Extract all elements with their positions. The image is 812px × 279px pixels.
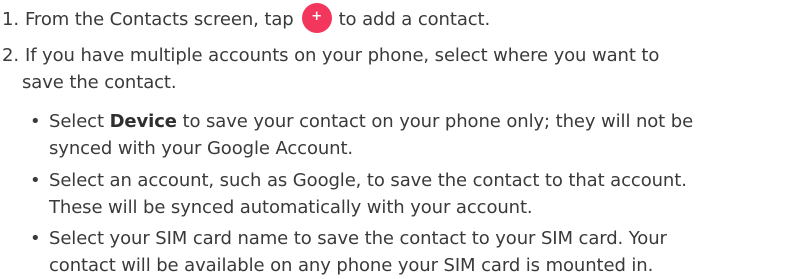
bullet-line-1: Select Device to save your contact on yo… (49, 111, 694, 132)
bullet-dot: • (30, 111, 41, 132)
step-2-line-1: If you have multiple accounts on your ph… (24, 45, 660, 66)
bullet-dot: • (30, 228, 41, 249)
bullet-dot: • (30, 170, 41, 191)
bullet-item-account: • Select an account, such as Google, to … (30, 167, 687, 221)
bullet-line-2: contact will be available on any phone y… (49, 255, 654, 276)
plus-icon: + (301, 3, 332, 33)
bullet-line-2: synced with your Google Account. (49, 138, 354, 159)
bullet-line-2: These will be synced automatically with … (49, 197, 533, 218)
device-label: Device (109, 111, 177, 132)
step-number: 1. (2, 9, 19, 30)
step-number: 2. (2, 45, 19, 66)
bullet-line-1: Select an account, such as Google, to sa… (49, 170, 687, 191)
instructions-document: 1. From the Contacts screen, tap + to add a… (0, 0, 812, 278)
step-1-text-end: to add a contact. (338, 9, 491, 30)
step-2: 2. If you have multiple accounts on your … (2, 44, 659, 68)
step-1-text-start: From the Contacts screen, tap (24, 9, 294, 30)
bullet-line-1: Select your SIM card name to save the co… (49, 228, 667, 249)
bullet-item-sim: • Select your SIM card name to save the … (30, 225, 667, 279)
step-1: 1. From the Contacts screen, tap + to add a… (2, 3, 491, 33)
bullet-item-device: • Select Device to save your contact on … (30, 108, 693, 162)
step-2-line-2: save the contact. (22, 72, 177, 93)
